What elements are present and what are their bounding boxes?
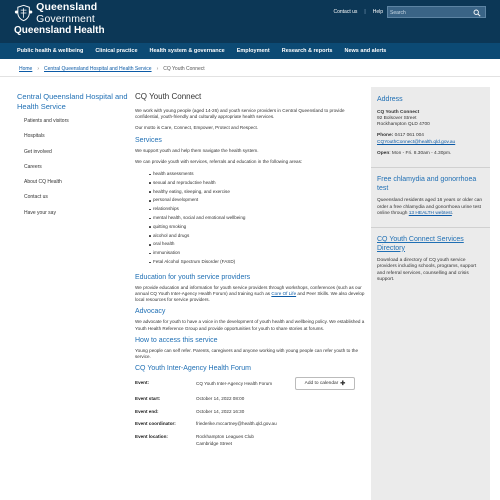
search-box <box>387 6 486 18</box>
nav-health-system[interactable]: Health system & governance <box>150 48 225 54</box>
list-item: sexual and reproductive health <box>149 179 367 188</box>
nav-employment[interactable]: Employment <box>237 48 270 54</box>
aside-divider <box>371 167 490 169</box>
add-to-calendar-button[interactable]: Add to calendar ✚ <box>295 377 355 391</box>
email-link[interactable]: CQYouthConnect@health.qld.gov.au <box>377 140 455 145</box>
sidebar-item-careers[interactable]: Careers <box>24 164 124 179</box>
plus-icon: ✚ <box>340 381 346 388</box>
list-item: healthy eating, sleeping, and exercise <box>149 188 367 197</box>
sidebar-item-patients[interactable]: Patients and visitors <box>24 118 124 133</box>
utility-links: Contact us | Help <box>333 9 383 15</box>
nav-clinical-practice[interactable]: Clinical practice <box>95 48 137 54</box>
address-city: Rockhampton QLD 4700 <box>377 122 430 128</box>
sidebar-item-have-your-say[interactable]: Have your say <box>24 210 124 225</box>
main-navigation: Public health & wellbeing Clinical pract… <box>0 43 500 59</box>
services-text-1: We support youth and help them navigate … <box>135 147 259 153</box>
access-heading: How to access this service <box>135 336 218 344</box>
nav-research-reports[interactable]: Research & reports <box>282 48 333 54</box>
crest-logo-icon <box>14 4 33 22</box>
nav-news-alerts[interactable]: News and alerts <box>344 48 386 54</box>
list-item: relationships <box>149 205 367 214</box>
breadcrumb-current: CQ Youth Connect <box>163 66 205 72</box>
event-value: October 14, 2022 16:30 <box>196 409 245 415</box>
education-text: We provide education and information for… <box>135 284 365 303</box>
list-item: health assessments <box>149 170 367 179</box>
chlamydia-block: Free chlamydia and gonorrhoea test Queen… <box>377 176 484 217</box>
list-item: oral health <box>149 240 367 249</box>
queensland-government-logo[interactable]: Queensland Government <box>14 1 154 25</box>
list-item: Fetal Alcohol Spectrum Disorder (FASD) <box>149 258 367 267</box>
directory-block: CQ Youth Connect Services Directory Down… <box>377 236 484 283</box>
breadcrumb-home[interactable]: Home <box>19 66 32 72</box>
event-label: Event end: <box>135 409 159 415</box>
sidebar-item-get-involved[interactable]: Get involved <box>24 149 124 164</box>
sidebar-title[interactable]: Central Queensland Hospital and Health S… <box>17 92 129 111</box>
core-of-life-link[interactable]: Core Of Life <box>271 291 296 296</box>
list-item: personal development <box>149 196 367 205</box>
sidebar-item-hospitals[interactable]: Hospitals <box>24 133 124 148</box>
sidebar-item-contact[interactable]: Contact us <box>24 194 124 209</box>
chevron-right-icon: › <box>156 66 159 72</box>
aside-divider <box>371 227 490 229</box>
13-health-webtest-link[interactable]: 13 HEALTH webtest <box>409 211 452 216</box>
help-link[interactable]: Help <box>373 9 383 15</box>
sidebar-menu: Patients and visitors Hospitals Get invo… <box>24 118 124 225</box>
chlamydia-heading: Free chlamydia and gonorrhoea test <box>377 176 477 192</box>
education-heading: Education for youth service providers <box>135 273 251 281</box>
main-content: CQ Youth Connect We work with young peop… <box>135 92 367 456</box>
chevron-right-icon: › <box>37 66 40 72</box>
event-value: October 14, 2022 08:00 <box>196 396 245 402</box>
government-name: Queensland Government <box>36 1 98 25</box>
event-label: Event coordinator: <box>135 421 176 427</box>
event-details: Event: CQ Youth Inter-Agency Health Foru… <box>135 376 367 456</box>
breadcrumb-divider <box>0 76 500 77</box>
list-item: quitting smoking <box>149 223 367 232</box>
event-value: CQ Youth Inter-Agency Health Forum <box>196 381 273 387</box>
utility-separator: | <box>364 9 366 15</box>
services-text-2: We can provide youth with services, refe… <box>135 158 303 164</box>
breadcrumb-parent[interactable]: Central Queensland Hospital and Health S… <box>44 66 152 72</box>
motto-text: Our motto is Care, Connect, Empower, Pro… <box>135 125 259 131</box>
directory-heading-link[interactable]: CQ Youth Connect Services Directory <box>377 236 484 253</box>
chlamydia-text: Queensland residents aged 16 years or ol… <box>377 198 483 216</box>
event-value: Cambridge Street <box>196 440 233 446</box>
site-header: Queensland Government Queensland Health … <box>0 0 500 43</box>
event-label: Event start: <box>135 396 161 402</box>
site-title[interactable]: Queensland Health <box>14 25 105 36</box>
services-heading: Services <box>135 136 162 144</box>
phone-number[interactable]: 0417 061 004 <box>395 133 424 138</box>
event-value: friederike.mccartney@health.qld.gov.au <box>196 421 277 427</box>
address-block: Address CQ Youth Connect 92 Bolsover Str… <box>377 96 484 157</box>
breadcrumb: Home › Central Queensland Hospital and H… <box>19 66 205 72</box>
nav-public-health[interactable]: Public health & wellbeing <box>17 48 83 54</box>
opening-hours: Open: Mon - Fri. 8.30am - 4.30pm. <box>377 150 452 156</box>
services-list: health assessments sexual and reproducti… <box>149 170 367 267</box>
aside-panel: Address CQ Youth Connect 92 Bolsover Str… <box>371 87 490 500</box>
intro-text: We work with young people (aged 14-26) a… <box>135 108 345 120</box>
list-item: alcohol and drugs <box>149 232 367 241</box>
email-line: CQYouthConnect@health.qld.gov.au <box>377 140 484 146</box>
advocacy-heading: Advocacy <box>135 308 166 316</box>
page-title: CQ Youth Connect <box>135 92 202 101</box>
sidebar-item-about[interactable]: About CQ Health <box>24 179 124 194</box>
event-label: Event: <box>135 380 150 386</box>
directory-text: Download a directory of CQ youth service… <box>377 258 477 283</box>
search-icon[interactable] <box>473 9 481 17</box>
list-item: immunisation <box>149 249 367 258</box>
advocacy-text: We advocate for youth to have a voice in… <box>135 319 365 331</box>
forum-heading: CQ Youth Inter-Agency Health Forum <box>135 365 251 373</box>
contact-us-link[interactable]: Contact us <box>333 9 357 15</box>
access-text: Young people can self refer. Parents, ca… <box>135 347 359 359</box>
address-heading: Address <box>377 96 403 103</box>
list-item: mental health, social and emotional well… <box>149 214 367 223</box>
event-label: Event location: <box>135 434 168 440</box>
search-input[interactable] <box>390 8 470 17</box>
